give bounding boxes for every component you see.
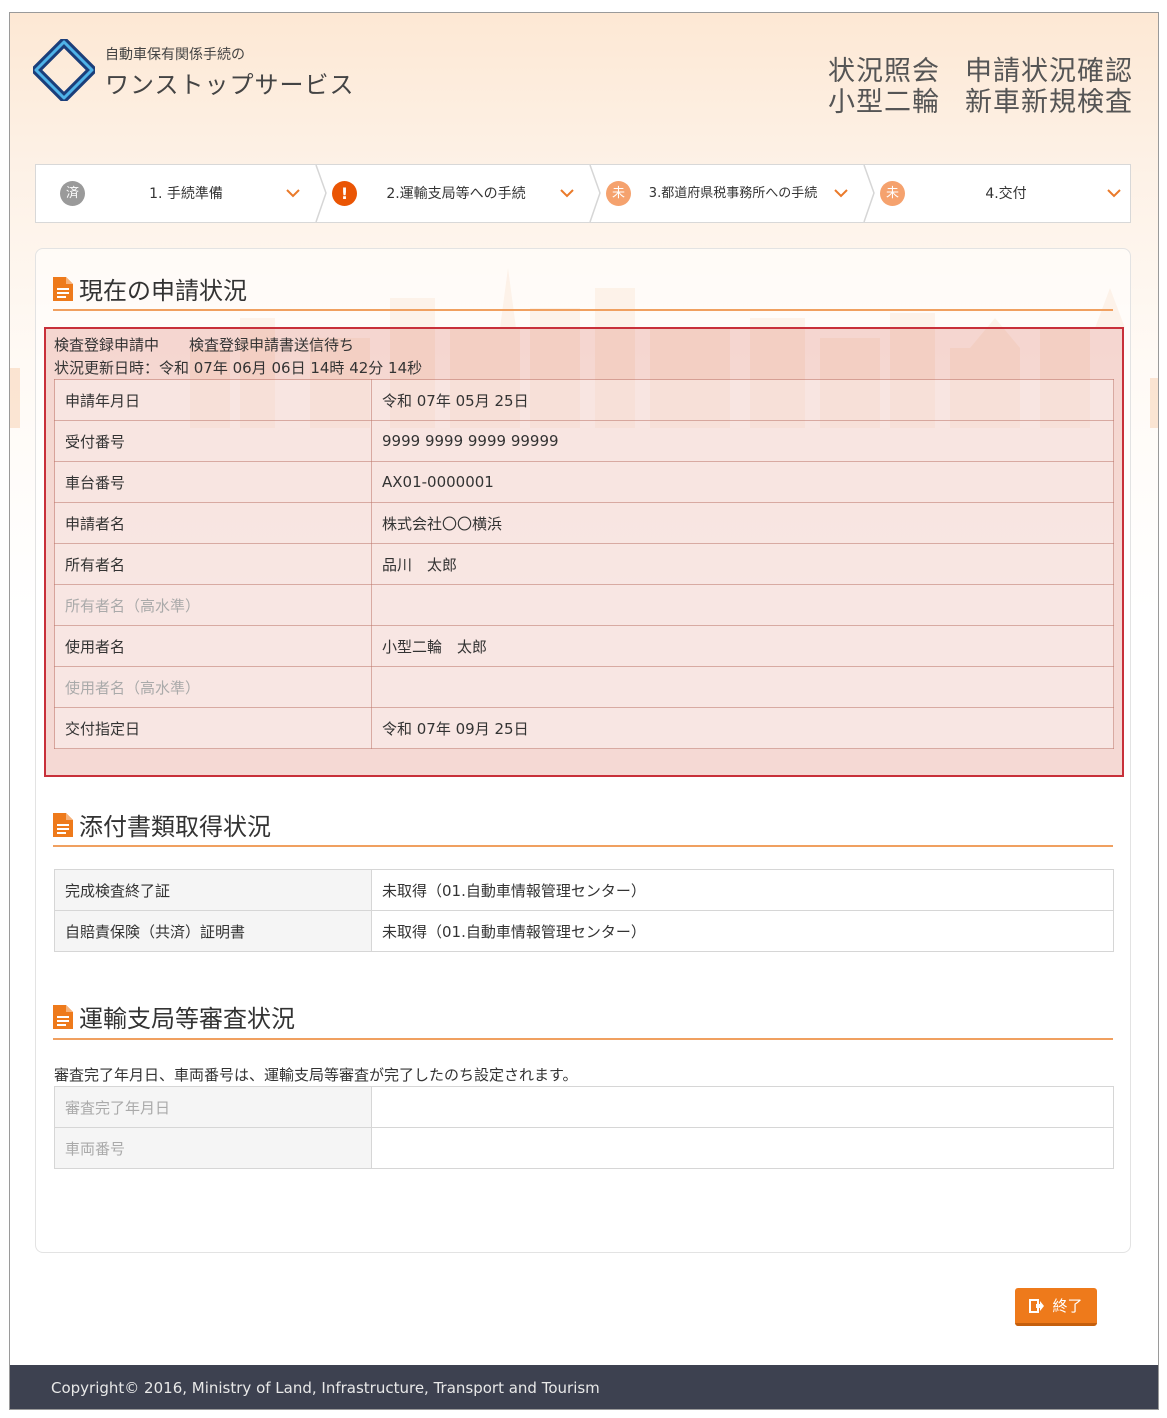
row-value: [371, 584, 1114, 626]
main-panel: 現在の申請状況 検査登録申請中 検査登録申請書送信待ち 状況更新日時：令和 07…: [35, 248, 1131, 1253]
step-separator: [315, 165, 327, 222]
table-row: 交付指定日 令和 07年 09月 25日: [54, 707, 1114, 749]
row-value: [371, 1086, 1114, 1128]
table-row: 受付番号 9999 9999 9999 99999: [54, 420, 1114, 462]
step-label: 2.運輸支局等への手続: [386, 185, 526, 202]
logo-icon: [33, 39, 95, 101]
step-3[interactable]: 未 3.都道府県税事務所への手続: [602, 165, 864, 222]
table-row: 使用者名 小型二輪 太郎: [54, 625, 1114, 667]
step-done-icon: 済: [60, 181, 85, 206]
page-title-procedure: 新車新規検査: [965, 87, 1133, 118]
section-divider: [53, 309, 1113, 311]
row-value: 令和 07年 05月 25日: [371, 379, 1114, 421]
table-row: 車台番号 AX01-0000001: [54, 461, 1114, 503]
sign-out-icon: [1029, 1298, 1045, 1313]
exit-button[interactable]: 終了: [1015, 1288, 1097, 1326]
row-key: 所有者名: [54, 543, 372, 585]
table-row: 審査完了年月日: [54, 1086, 1114, 1128]
chevron-down-icon: [286, 189, 300, 198]
review-table: 審査完了年月日 車両番号: [54, 1086, 1114, 1169]
row-value: 小型二輪 太郎: [371, 625, 1114, 667]
app-window: 自動車保有関係手続の ワンストップサービス 状況照会 申請状況確認 小型二輪 新…: [9, 12, 1159, 1410]
row-value: [371, 1127, 1114, 1169]
row-key: 申請年月日: [54, 379, 372, 421]
row-key: 完成検査終了証: [54, 869, 372, 911]
section-attachments: 添付書類取得状況: [53, 807, 271, 842]
row-key: 受付番号: [54, 420, 372, 462]
row-key: 審査完了年月日: [54, 1086, 372, 1128]
updated-timestamp: 状況更新日時：令和 07年 06月 06日 14時 42分 14秒: [54, 359, 423, 377]
table-row: 所有者名 品川 太郎: [54, 543, 1114, 585]
step-separator: [863, 165, 875, 222]
table-row: 完成検査終了証 未取得（01.自動車情報管理センター）: [54, 869, 1114, 911]
step-label: 3.都道府県税事務所への手続: [648, 185, 818, 201]
review-note: 審査完了年月日、車両番号は、運輸支局等審査が完了したのち設定されます。: [54, 1066, 578, 1084]
table-row: 申請年月日 令和 07年 05月 25日: [54, 379, 1114, 421]
section-title: 添付書類取得状況: [79, 813, 271, 841]
step-1[interactable]: 済 1. 手続準備: [36, 165, 316, 222]
row-value: 未取得（01.自動車情報管理センター）: [371, 869, 1114, 911]
row-key: 車両番号: [54, 1127, 372, 1169]
table-row: 車両番号: [54, 1127, 1114, 1169]
section-divider: [53, 845, 1113, 847]
chevron-down-icon: [1107, 189, 1121, 198]
step-4[interactable]: 未 4.交付: [876, 165, 1130, 222]
footer: Copyright© 2016, Ministry of Land, Infra…: [10, 1365, 1158, 1409]
exit-label: 終了: [1052, 1297, 1083, 1315]
page-title-vehicle-type: 小型二輪: [828, 87, 940, 118]
row-value: 9999 9999 9999 99999: [371, 420, 1114, 462]
row-value: AX01-0000001: [371, 461, 1114, 503]
progress-steps: 済 1. 手続準備 ! 2.運輸支局等への手続 未 3.都道府県税事務所への手続…: [35, 164, 1131, 223]
table-row: 使用者名（高水準）: [54, 666, 1114, 708]
section-title: 運輸支局等審査状況: [79, 1005, 295, 1033]
row-key: 交付指定日: [54, 707, 372, 749]
warning-icon: !: [332, 181, 357, 206]
row-value: 令和 07年 09月 25日: [371, 707, 1114, 749]
table-row: 自賠責保険（共済）証明書 未取得（01.自動車情報管理センター）: [54, 910, 1114, 952]
row-key: 所有者名（高水準）: [54, 584, 372, 626]
row-key: 使用者名: [54, 625, 372, 667]
logo-subtitle: 自動車保有関係手続の: [105, 47, 245, 63]
section-title: 現在の申請状況: [79, 277, 247, 305]
current-status-table: 申請年月日 令和 07年 05月 25日 受付番号 9999 9999 9999 9…: [54, 379, 1114, 749]
section-current-status: 現在の申請状況: [53, 271, 247, 306]
logo-title: ワンストップサービス: [105, 71, 355, 99]
document-icon: [53, 812, 73, 837]
row-value: 品川 太郎: [371, 543, 1114, 585]
step-label: 4.交付: [985, 185, 1027, 202]
chevron-down-icon: [834, 189, 848, 198]
document-icon: [53, 276, 73, 301]
section-review-status: 運輸支局等審査状況: [53, 999, 295, 1034]
document-icon: [53, 1004, 73, 1029]
row-value: 未取得（01.自動車情報管理センター）: [371, 910, 1114, 952]
chevron-down-icon: [560, 189, 574, 198]
step-separator: [589, 165, 601, 222]
row-key: 申請者名: [54, 502, 372, 544]
attachments-table: 完成検査終了証 未取得（01.自動車情報管理センター） 自賠責保険（共済）証明書未…: [54, 869, 1114, 952]
table-row: 所有者名（高水準）: [54, 584, 1114, 626]
step-2[interactable]: ! 2.運輸支局等への手続: [328, 165, 590, 222]
row-value: 株式会社〇〇横浜: [371, 502, 1114, 544]
step-pending-icon: 未: [606, 181, 631, 206]
table-row: 申請者名 株式会社〇〇横浜: [54, 502, 1114, 544]
row-key: 使用者名（高水準）: [54, 666, 372, 708]
copyright-text: Copyright© 2016, Ministry of Land, Infra…: [51, 1379, 600, 1397]
row-key: 車台番号: [54, 461, 372, 503]
status-text: 検査登録申請中 検査登録申請書送信待ち: [54, 336, 355, 354]
section-divider: [53, 1038, 1113, 1040]
row-value: [371, 666, 1114, 708]
step-label: 1. 手続準備: [149, 185, 223, 202]
step-pending-icon: 未: [880, 181, 905, 206]
row-key: 自賠責保険（共済）証明書: [54, 910, 372, 952]
